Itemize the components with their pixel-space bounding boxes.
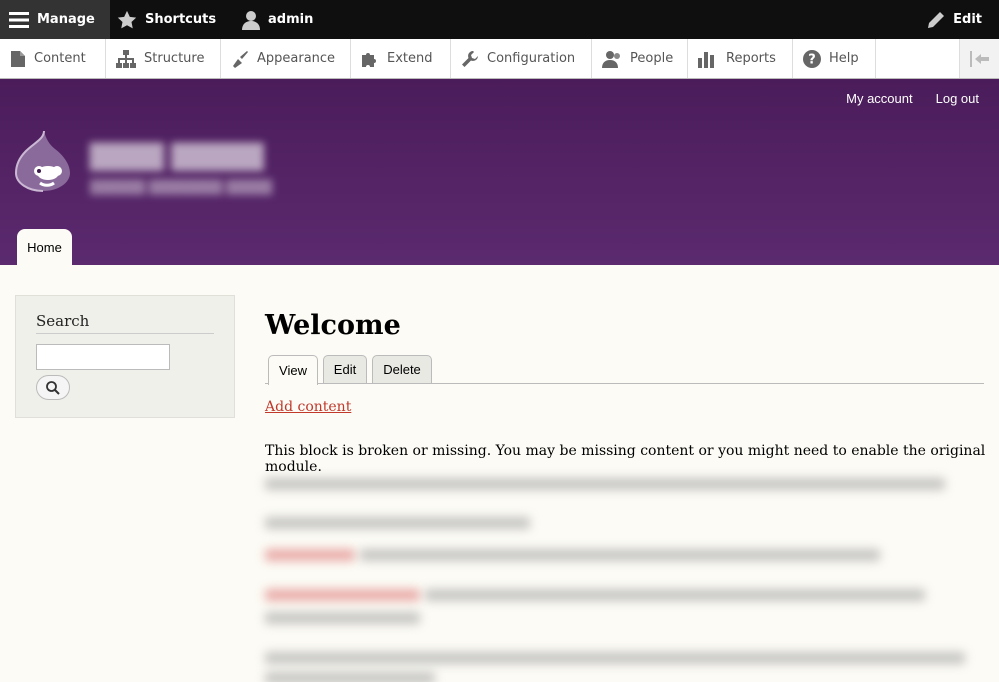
file-icon [11,50,25,67]
page-title: Welcome [265,310,401,341]
hamburger-icon [9,11,29,28]
collapse-tray-button[interactable] [959,39,999,78]
obscured-text [265,672,435,682]
bar-chart-icon [698,51,714,68]
shortcuts-button[interactable]: Shortcuts [117,0,216,39]
search-button[interactable] [36,375,70,400]
tray-item-label: People [630,51,674,66]
user-icon [242,10,260,30]
wrench-icon [462,50,478,67]
tray-item-label: Reports [726,51,776,66]
search-block-title: Search [36,312,90,330]
tray-item-label: Help [829,51,859,66]
tray-item-people[interactable]: People [592,39,688,78]
edit-label: Edit [953,12,982,27]
add-content-link[interactable]: Add content [265,399,351,415]
main-nav-home[interactable]: Home [17,229,72,265]
star-icon [117,10,137,28]
home-label: Home [27,239,62,255]
obscured-text [265,612,420,624]
tray-item-label: Configuration [487,51,576,66]
tab-label: Edit [333,362,357,377]
tab-view[interactable]: View [268,355,318,385]
site-name: ████ █████ [90,143,264,171]
secondary-menu: My account Log out [846,91,979,106]
obscured-link [265,589,420,601]
tab-delete[interactable]: Delete [372,355,432,383]
tray-item-extend[interactable]: Extend [351,39,451,78]
manage-label: Manage [37,12,95,27]
obscured-text [265,652,965,664]
site-header: My account Log out ████ █████ ██████ ███… [0,79,999,265]
pencil-icon [928,11,945,28]
tab-edit[interactable]: Edit [323,355,367,383]
tray-item-label: Content [34,51,86,66]
tray-item-label: Extend [387,51,433,66]
shortcuts-label: Shortcuts [145,12,217,27]
search-block: Search [15,295,235,418]
divider [36,333,214,334]
tray-item-help[interactable]: ? Help [793,39,876,78]
paintbrush-icon [233,50,248,68]
user-button[interactable]: admin [242,0,313,39]
obscured-text [265,478,945,490]
tab-label: Delete [383,362,421,377]
admin-toolbar: Manage Shortcuts admin Edit [0,0,999,39]
site-slogan: ██████ ████████ █████ [90,179,273,194]
tray-item-label: Structure [144,51,205,66]
tray-item-reports[interactable]: Reports [688,39,793,78]
user-label: admin [268,12,314,27]
collapse-arrow-icon [969,50,989,67]
puzzle-icon [362,52,376,67]
obscured-text [425,589,925,601]
my-account-link[interactable]: My account [846,91,912,106]
admin-tray: Content Structure Appearance Extend Conf… [0,39,999,79]
obscured-text [265,517,530,529]
broken-block-message: This block is broken or missing. You may… [265,443,986,475]
manage-button[interactable]: Manage [0,0,110,39]
svg-text:?: ? [808,52,816,67]
obscured-text [360,549,880,561]
help-icon: ? [803,49,821,68]
tray-item-configuration[interactable]: Configuration [451,39,592,78]
tray-item-structure[interactable]: Structure [106,39,221,78]
local-tasks: View Edit Delete [265,355,984,385]
log-out-link[interactable]: Log out [936,91,979,106]
site-logo[interactable] [14,129,72,197]
tab-label: View [279,363,307,378]
tray-item-appearance[interactable]: Appearance [221,39,351,78]
sitemap-icon [116,49,136,68]
tray-item-content[interactable]: Content [0,39,106,78]
drupal-logo-icon [14,130,70,192]
people-icon [602,50,620,68]
search-input[interactable] [36,344,170,370]
edit-mode-button[interactable]: Edit [927,0,982,39]
tray-item-label: Appearance [257,51,336,66]
search-icon [46,380,60,395]
obscured-link [265,549,355,561]
